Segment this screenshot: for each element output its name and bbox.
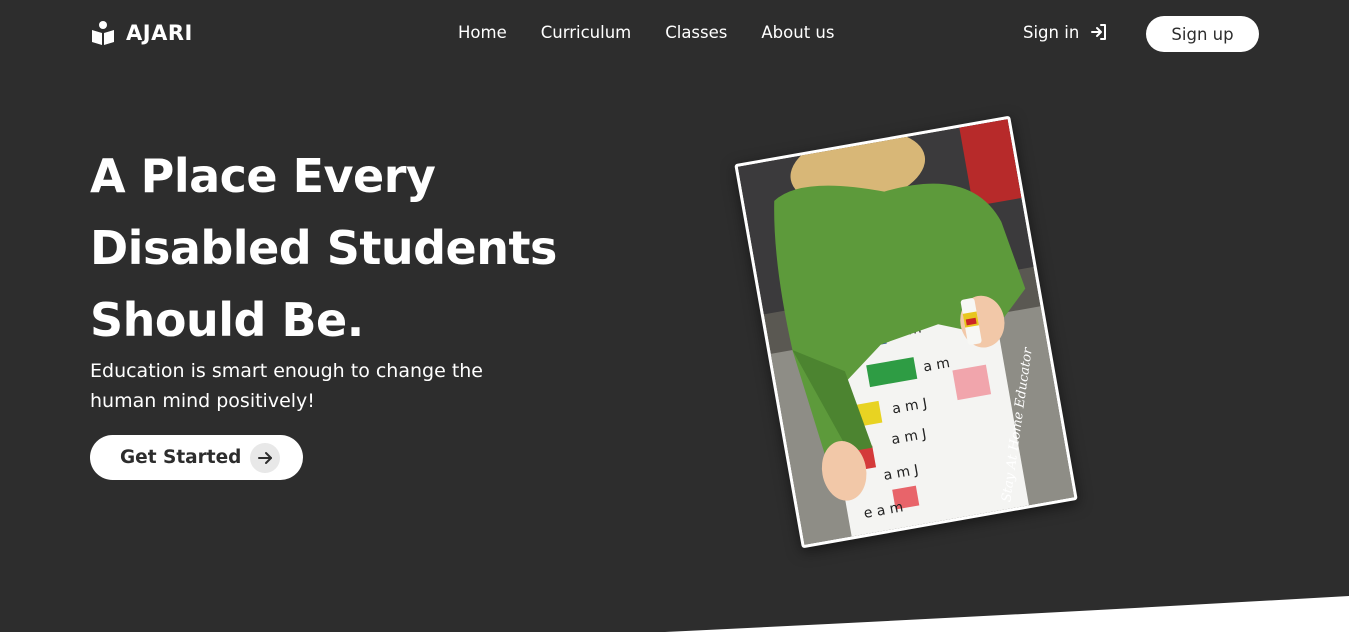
main-nav: Home Curriculum Classes About us (458, 23, 834, 42)
hero-title-line-2: Disabled Students (90, 221, 557, 275)
get-started-label: Get Started (120, 447, 242, 468)
sign-in-label: Sign in (1023, 22, 1080, 42)
sign-in-icon (1091, 24, 1107, 40)
brand-logo[interactable]: AJARI (90, 20, 193, 46)
sign-in-link[interactable]: Sign in (1023, 22, 1109, 42)
get-started-button[interactable]: Get Started (90, 435, 303, 480)
book-reader-icon (92, 21, 114, 45)
sign-up-button[interactable]: Sign up (1146, 16, 1259, 52)
nav-link-about-us[interactable]: About us (761, 23, 834, 42)
hero-title: A Place Every Disabled Students Should B… (90, 140, 610, 356)
hero-title-line-1: A Place Every (90, 149, 436, 203)
nav-link-classes[interactable]: Classes (665, 23, 727, 42)
hero-photo: a m a m a m J a m J a m J e a m Stay At … (734, 115, 1078, 549)
nav-link-home[interactable]: Home (458, 23, 507, 42)
navbar: AJARI Home Curriculum Classes About us S… (0, 0, 1349, 68)
hero-subtitle: Education is smart enough to change the … (90, 360, 483, 412)
hero-title-line-3: Should Be. (90, 293, 364, 347)
brand-name: AJARI (126, 21, 193, 45)
arrow-right-icon (250, 442, 281, 473)
nav-link-curriculum[interactable]: Curriculum (541, 23, 631, 42)
